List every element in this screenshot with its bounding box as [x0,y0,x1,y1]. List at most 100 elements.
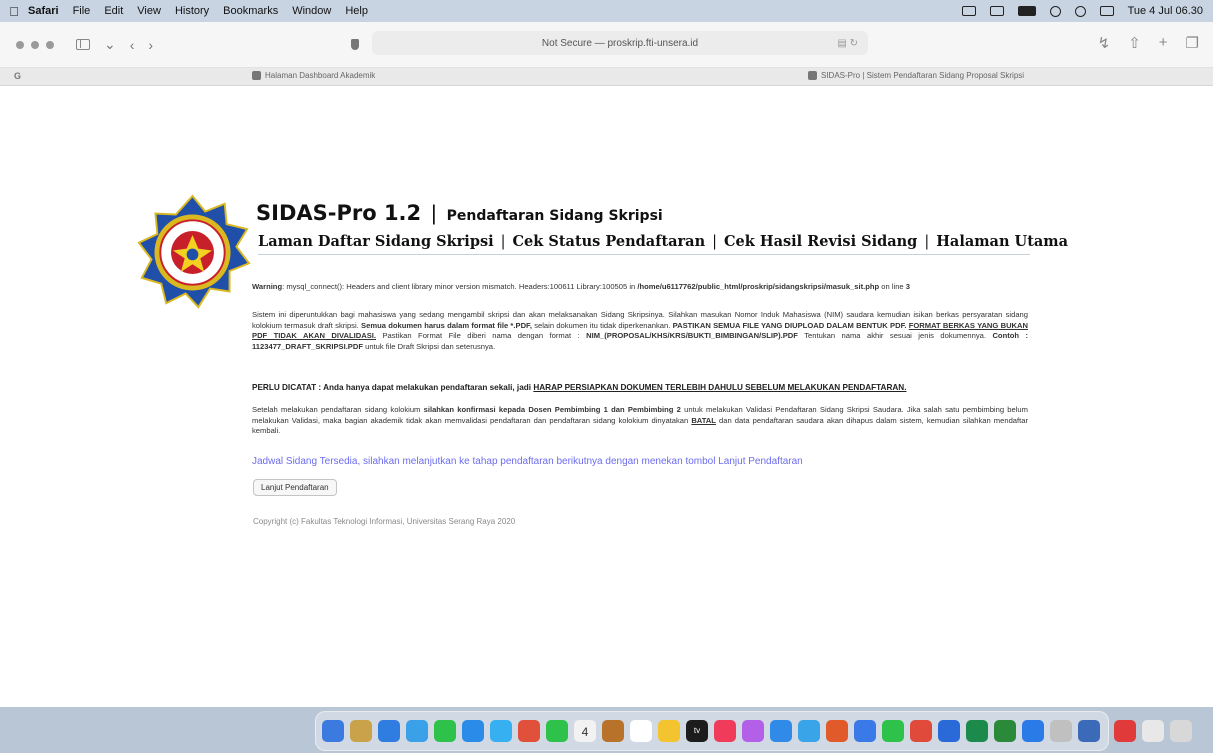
search-icon[interactable] [1074,5,1086,17]
podcasts-icon[interactable] [742,720,764,742]
powerpoint-icon[interactable] [910,720,932,742]
contacts-icon[interactable] [602,720,624,742]
instructions-paragraph: Sistem ini diperuntukkan bagi mahasiswa … [252,310,1028,352]
favicon-icon [808,71,817,80]
preview-icon[interactable] [1078,720,1100,742]
photos-icon[interactable] [518,720,540,742]
notes-icon[interactable] [658,720,680,742]
menu-safari[interactable]: Safari [28,5,59,17]
back-icon[interactable]: ‹ [130,37,135,53]
chrome-icon[interactable] [406,720,428,742]
nav-separator: | [500,234,506,250]
lanjut-pendaftaran-button[interactable]: Lanjut Pendaftaran [253,479,337,496]
privacy-shield-icon[interactable] [351,39,360,50]
downloads-icon[interactable]: ↯ [1098,34,1111,52]
sheets-icon[interactable] [994,720,1016,742]
messages-icon[interactable] [434,720,456,742]
schedule-message: Jadwal Sidang Tersedia, silahkan melanju… [252,456,803,467]
warning-line-num: 3 [905,282,911,291]
para1-text: Pastikan Format File diberi nama dengan … [376,331,587,340]
nav-link-cek-revisi[interactable]: Cek Hasil Revisi Sidang [724,233,917,250]
para1-bold: Semua dokumen harus dalam format file *.… [361,320,532,330]
warning-label: Warning [252,282,283,291]
close-window-button[interactable] [16,40,24,49]
nav-separator: | [712,234,718,250]
window-icon[interactable] [989,6,1004,16]
menu-edit[interactable]: Edit [104,5,123,17]
clock[interactable]: Tue 4 Jul 06.30 [1128,5,1203,17]
para1-text: untuk file Draft Skripsi dan seterusnya. [363,341,496,351]
finder-icon[interactable] [322,720,344,742]
nav-link-cek-status[interactable]: Cek Status Pendaftaran [513,233,706,250]
battery-icon[interactable] [1017,6,1036,16]
warning-path: /home/u6117762/public_html/proskrip/sida… [637,282,880,291]
teams-icon[interactable] [798,720,820,742]
browser-toolbar: ⌄ ‹ › Not Secure — proskrip.fti-unsera.i… [0,22,1213,68]
tab-bar: G Halaman Dashboard Akademik SIDAS-Pro |… [0,68,1213,86]
php-warning: Warning: mysql_connect(): Headers and cl… [252,282,1028,293]
menu-help[interactable]: Help [345,5,368,17]
tab-sidas-pro[interactable]: SIDAS-Pro | Sistem Pendaftaran Sidang Pr… [808,71,1024,80]
para1-text: selain dokumen itu tidak diperkenankan. [531,320,673,330]
address-bar[interactable]: Not Secure — proskrip.fti-unsera.id ▤ ↻ [372,31,868,55]
reader-icon[interactable]: ▤ ↻ [837,38,858,49]
para3-bold: silahkan konfirmasi kepada Dosen Pembimb… [423,405,681,414]
menu-window[interactable]: Window [292,5,331,17]
zoom-window-button[interactable] [46,40,54,49]
validation-paragraph: Setelah melakukan pendaftaran sidang kol… [252,405,1028,437]
share-icon[interactable]: ⇧ [1128,34,1141,52]
notice-text: PERLU DICATAT : Anda hanya dapat melakuk… [252,383,534,392]
chevron-down-icon[interactable]: ⌄ [104,36,116,53]
app-store-icon[interactable] [770,720,792,742]
zoom-icon[interactable] [854,720,876,742]
app-icon[interactable] [1114,720,1136,742]
minimize-window-button[interactable] [31,40,39,49]
page-subtitle: Pendaftaran Sidang Skripsi [446,208,663,224]
notice-paragraph: PERLU DICATAT : Anda hanya dapat melakuk… [252,383,1028,394]
forward-icon[interactable]: › [148,37,153,53]
screen-mirroring-icon[interactable] [961,6,976,16]
numbers-icon[interactable] [882,720,904,742]
nav-separator: | [924,234,930,250]
page-title: SIDAS-Pro 1.2 [256,201,422,225]
tab-label: Halaman Dashboard Akademik [265,71,376,80]
tab-overview-icon[interactable]: ❐ [1186,34,1199,52]
tab-group-icon[interactable]: G [14,71,21,81]
reminders-icon[interactable] [630,720,652,742]
calendar-icon[interactable]: 4 [574,720,596,742]
mail-icon[interactable] [462,720,484,742]
tab-dashboard-akademik[interactable]: Halaman Dashboard Akademik [252,71,375,80]
warning-text: : mysql_connect(): Headers and client li… [282,282,638,291]
main-nav: Laman Daftar Sidang Skripsi | Cek Status P… [258,233,1068,255]
documents-icon[interactable] [1142,720,1164,742]
nav-link-laman-daftar[interactable]: Laman Daftar Sidang Skripsi [258,233,494,250]
para3-text: Setelah melakukan pendaftaran sidang kol… [252,405,424,414]
launchpad-icon[interactable] [350,720,372,742]
maps-icon[interactable] [490,720,512,742]
display-icon[interactable] [1099,6,1114,16]
sidebar-icon[interactable] [76,39,90,50]
menu-history[interactable]: History [175,5,209,17]
new-tab-icon[interactable]: + [1159,34,1168,52]
word-icon[interactable] [938,720,960,742]
vlc-icon[interactable] [826,720,848,742]
menu-bookmarks[interactable]: Bookmarks [223,5,278,17]
apple-icon[interactable]:  [0,4,28,19]
safari-icon[interactable] [378,720,400,742]
excel-icon[interactable] [966,720,988,742]
nav-link-halaman-utama[interactable]: Halaman Utama [936,233,1068,250]
music-icon[interactable] [714,720,736,742]
menu-view[interactable]: View [137,5,161,17]
control-center-icon[interactable] [1049,5,1061,17]
xcode-icon[interactable] [1022,720,1044,742]
menu-file[interactable]: File [73,5,91,17]
facetime-icon[interactable] [546,720,568,742]
dock: 4 tv [315,711,1192,751]
tv-icon[interactable]: tv [686,720,708,742]
title-separator: | [431,202,437,225]
copyright-footer: Copyright (c) Fakultas Teknologi Informa… [253,517,516,526]
warning-line-text: on line [879,282,906,291]
url-text: Not Secure — proskrip.fti-unsera.id [541,37,699,49]
trash-icon[interactable] [1170,720,1192,742]
system-settings-icon[interactable] [1050,720,1072,742]
